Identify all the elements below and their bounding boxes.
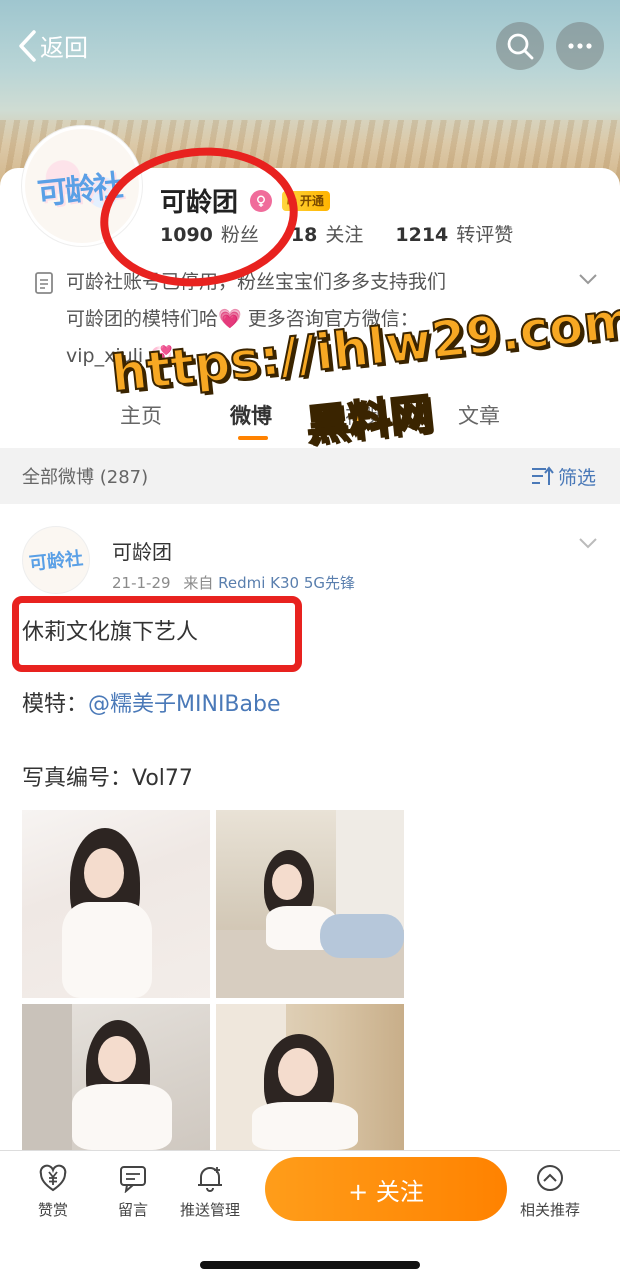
post-photo[interactable]	[216, 810, 404, 998]
expand-bio-chevron-icon[interactable]	[578, 272, 598, 286]
yen-coin-icon	[39, 1164, 67, 1192]
home-indicator[interactable]	[200, 1261, 420, 1269]
post-menu-chevron-icon[interactable]	[578, 536, 598, 550]
more-button[interactable]	[556, 22, 604, 70]
post-avatar[interactable]: 可龄社	[22, 526, 90, 594]
model-prefix: 模特：	[22, 692, 89, 717]
active-tab-indicator	[238, 436, 268, 440]
photo-grid	[22, 810, 406, 1150]
chevron-up-circle-icon	[537, 1165, 563, 1191]
filter-button[interactable]: 筛选	[530, 463, 596, 490]
filter-bar: 全部微博 (287) 筛选	[0, 448, 620, 504]
search-icon	[507, 33, 534, 60]
reposts-likes-stat: 1214 转评赞	[395, 224, 514, 246]
follow-button[interactable]: + 关注	[265, 1157, 507, 1221]
post-meta: 21-1-29 来自 Redmi K30 5G先锋	[112, 572, 355, 593]
bell-icon	[198, 1167, 222, 1192]
tab-articles[interactable]: 文章	[458, 400, 500, 430]
vip-label: 开通	[300, 194, 325, 208]
push-settings-label: 推送管理	[180, 1201, 241, 1219]
post-avatar-logo-text: 可龄社	[28, 548, 85, 575]
search-button[interactable]	[496, 22, 544, 70]
more-dots-icon	[568, 43, 592, 49]
push-settings-button[interactable]: 推送管理	[180, 1163, 240, 1220]
tip-button[interactable]: 赞赏	[38, 1163, 68, 1220]
following-stat[interactable]: 18 关注	[291, 220, 363, 247]
message-button[interactable]: 留言	[118, 1163, 148, 1220]
tip-label: 赞赏	[38, 1201, 69, 1219]
message-label: 留言	[118, 1201, 149, 1219]
post-photo[interactable]	[22, 1004, 210, 1150]
document-icon	[35, 272, 53, 294]
post-text-line: 模特：@糯美子MINIBabe	[22, 686, 281, 718]
post-text-line: 写真编号：Vol77	[22, 766, 193, 791]
post-source-prefix: 来自	[183, 574, 214, 592]
filter-label: 筛选	[557, 466, 596, 489]
back-button[interactable]: 返回	[16, 28, 88, 63]
post-author[interactable]: 可龄团	[112, 536, 172, 565]
bottom-action-bar: 赞赏 留言 推送管理 + 关注 相关推荐	[0, 1150, 620, 1280]
filter-icon	[531, 466, 554, 485]
related-recommend-label: 相关推荐	[520, 1201, 581, 1219]
chevron-left-icon	[19, 29, 36, 62]
all-posts-label[interactable]: 全部微博 (287)	[22, 463, 148, 489]
red-box-annotation	[12, 596, 302, 672]
message-icon	[120, 1166, 146, 1193]
post-date: 21-1-29	[112, 574, 171, 592]
tab-weibo[interactable]: 微博	[230, 400, 272, 430]
post-photo[interactable]	[216, 1004, 404, 1150]
post-photo[interactable]	[22, 810, 210, 998]
back-label: 返回	[40, 34, 88, 62]
mention-link[interactable]: @糯美子MINIBabe	[88, 692, 281, 717]
post-source[interactable]: Redmi K30 5G先锋	[218, 574, 355, 592]
related-recommend-button[interactable]: 相关推荐	[520, 1163, 580, 1220]
tab-home[interactable]: 主页	[120, 400, 162, 430]
